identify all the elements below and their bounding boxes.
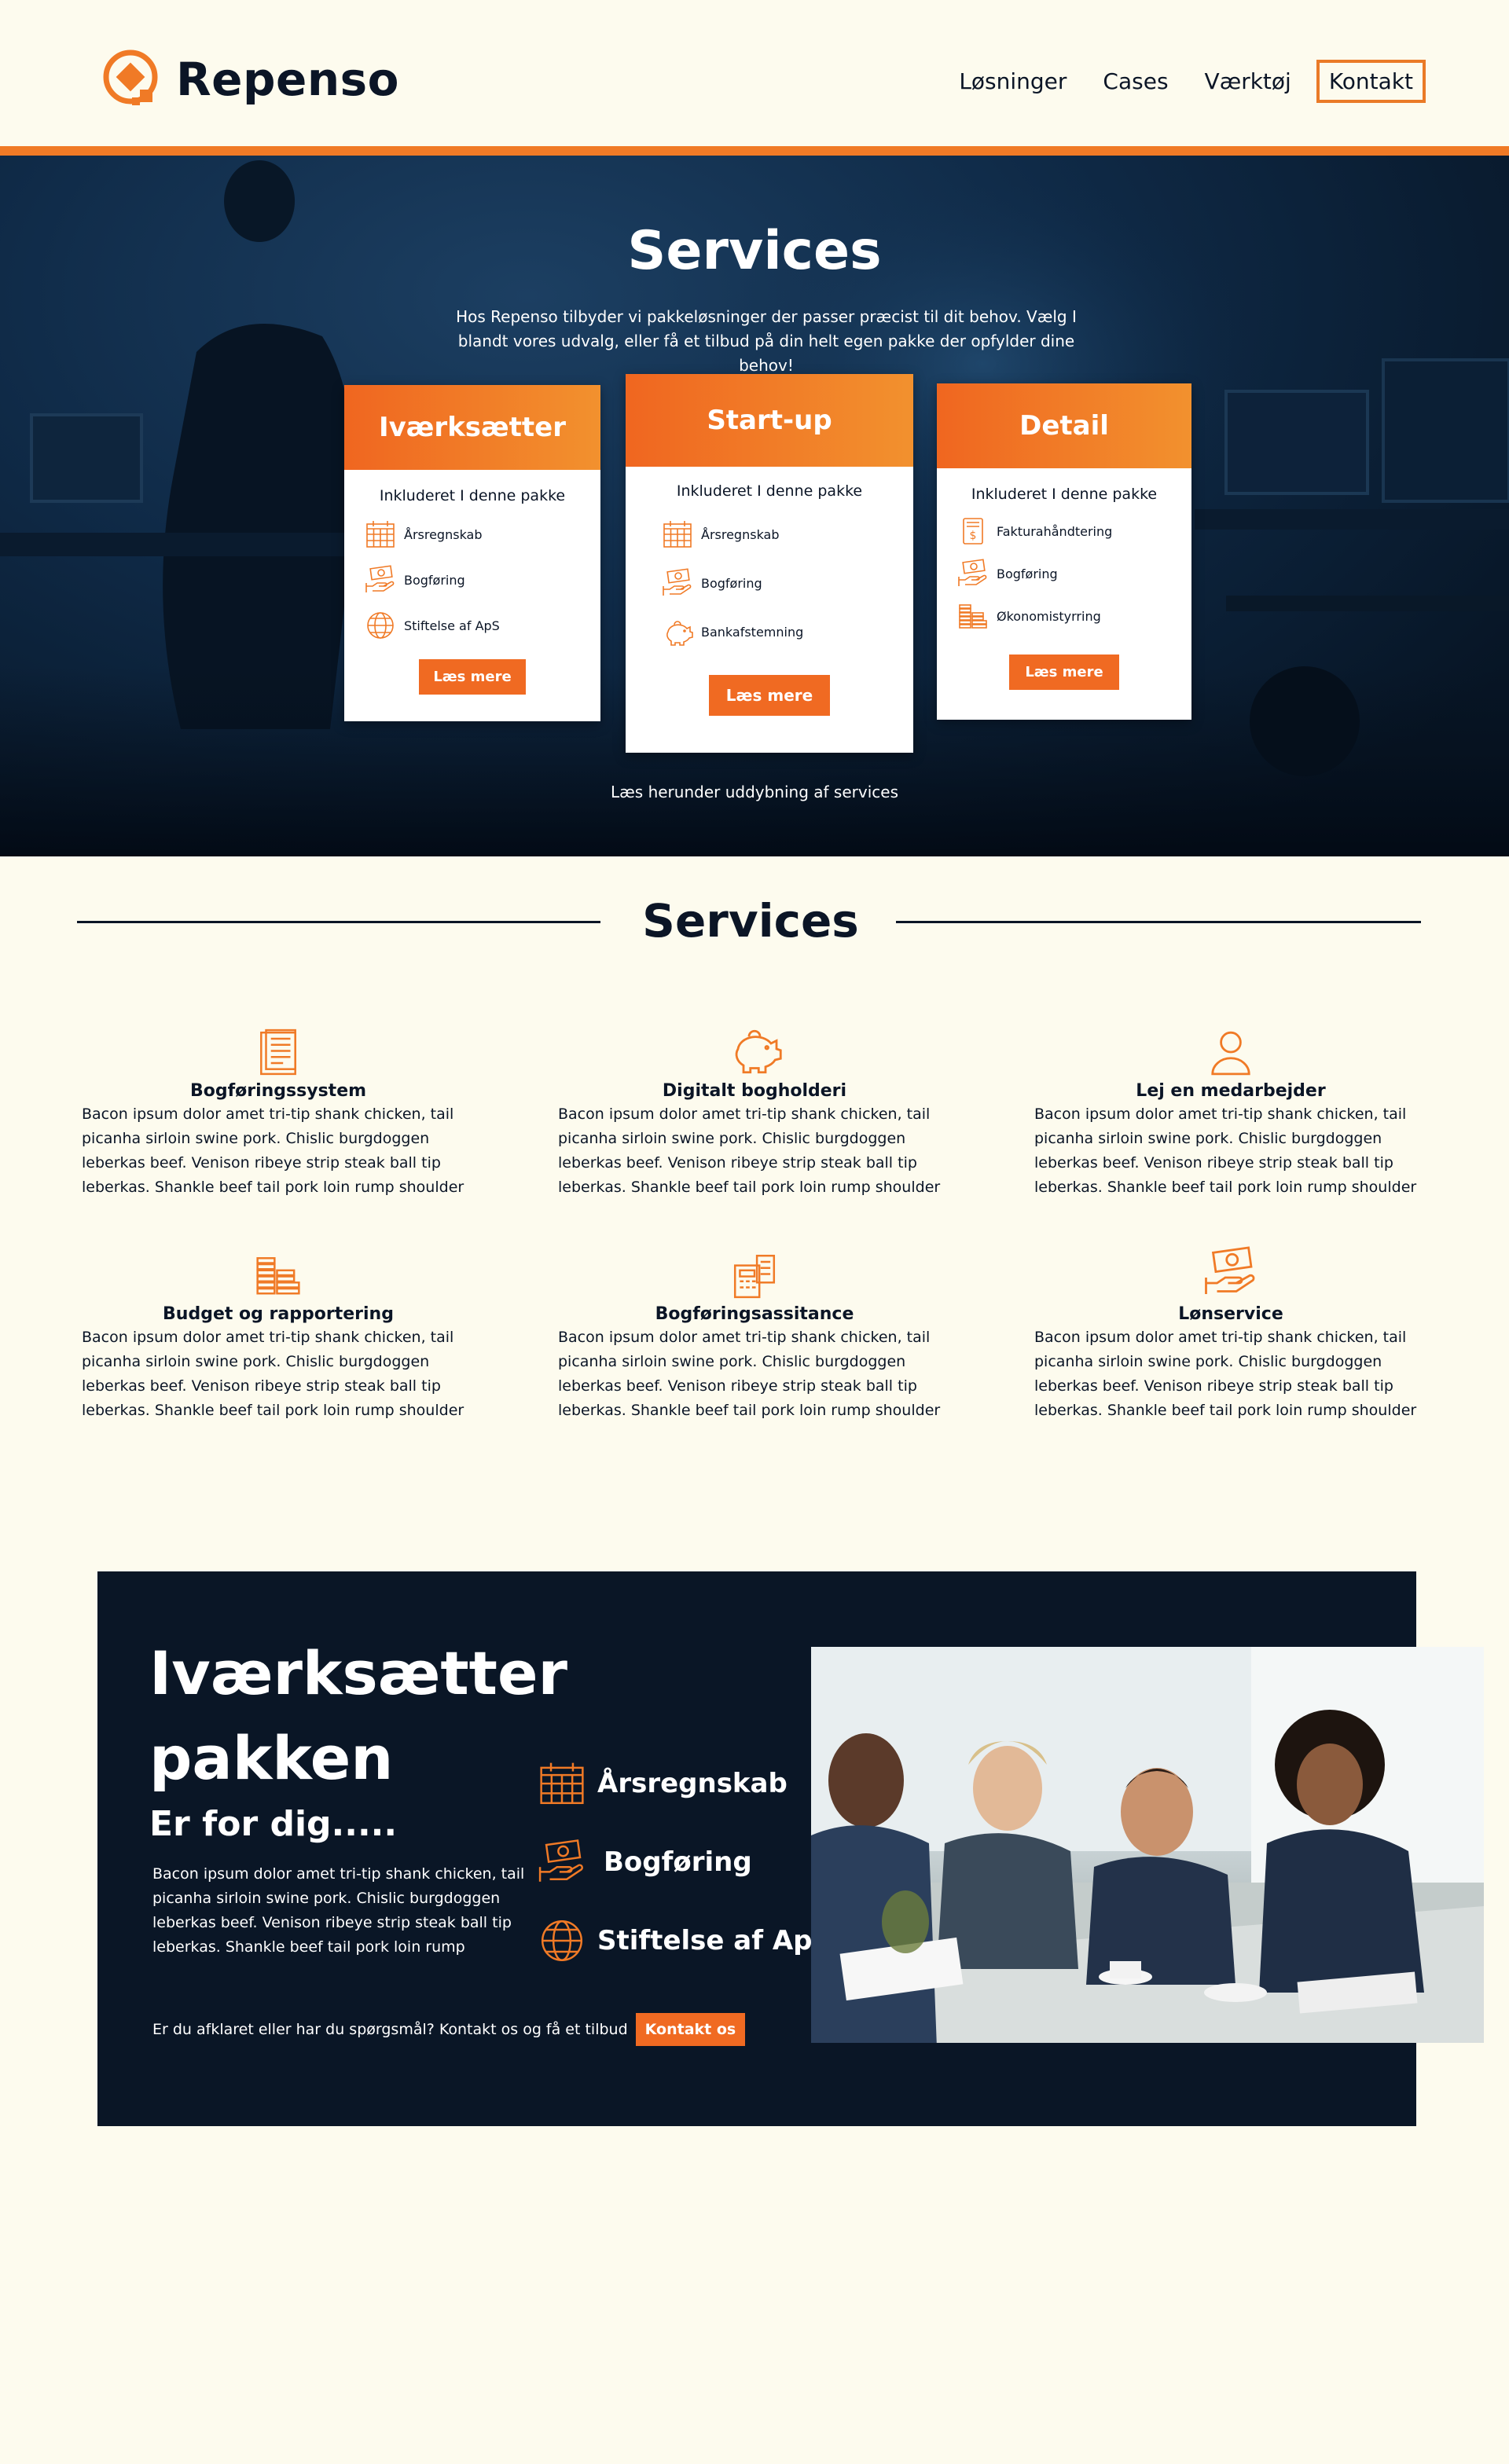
promo-feature-label: Stiftelse af ApS bbox=[597, 1925, 832, 1956]
package-item-label: Økonomistyrring bbox=[997, 608, 1101, 624]
service-description: Bacon ipsum dolor amet tri-tip shank chi… bbox=[558, 1329, 941, 1419]
site-header: Repenso Løsninger Cases Værktøj Kontakt bbox=[0, 0, 1509, 146]
service-item: Bogføringssystem Bacon ipsum dolor amet … bbox=[82, 1028, 475, 1200]
section-divider-right bbox=[896, 921, 1421, 923]
package-item: Bankafstemning bbox=[626, 607, 913, 656]
money-hand-icon bbox=[957, 558, 989, 589]
package-item: Årsregnskab bbox=[626, 510, 913, 559]
hero-footer-text: Læs herunder uddybning af services bbox=[611, 783, 898, 801]
package-card-included-label: Inkluderet I denne pakke bbox=[676, 482, 863, 500]
promo-feature: Årsregnskab bbox=[538, 1744, 832, 1823]
package-item: Årsregnskab bbox=[344, 512, 600, 557]
calendar-icon bbox=[538, 1759, 586, 1808]
money-hand-icon bbox=[365, 564, 396, 596]
package-card-included-label: Inkluderet I denne pakke bbox=[379, 487, 566, 504]
promo-subtitle: Er for dig..... bbox=[149, 1804, 398, 1844]
service-name: Bogføringssystem bbox=[189, 1081, 367, 1101]
service-name: Digitalt bogholderi bbox=[662, 1081, 847, 1101]
logo-text: Repenso bbox=[176, 53, 400, 106]
promo-title-line: pakken bbox=[149, 1723, 394, 1793]
package-item-label: Fakturahåndtering bbox=[997, 523, 1113, 539]
service-item: Budget og rapportering Bacon ipsum dolor… bbox=[82, 1251, 475, 1423]
globe-icon bbox=[538, 1916, 586, 1965]
package-item-label: Stiftelse af ApS bbox=[404, 618, 500, 633]
package-item: Stiftelse af ApS bbox=[344, 603, 600, 648]
team-meeting-photo bbox=[811, 1647, 1484, 2043]
money-hand-icon bbox=[538, 1838, 586, 1886]
promo-feature: Stiftelse af ApS bbox=[538, 1901, 832, 1980]
promo-feature-label: Årsregnskab bbox=[597, 1768, 788, 1799]
coins-stack-icon bbox=[254, 1251, 303, 1300]
service-item: Digitalt bogholderi Bacon ipsum dolor am… bbox=[558, 1021, 951, 1200]
nav-item-cases[interactable]: Cases bbox=[1103, 68, 1168, 94]
service-name: Budget og rapportering bbox=[163, 1304, 394, 1324]
promo-description: Bacon ipsum dolor amet tri-tip shank chi… bbox=[152, 1865, 525, 1956]
package-item: Økonomistyrring bbox=[937, 595, 1191, 637]
package-item: Bogføring bbox=[626, 559, 913, 607]
service-description: Bacon ipsum dolor amet tri-tip shank chi… bbox=[1034, 1329, 1417, 1419]
nav-item-losninger[interactable]: Løsninger bbox=[959, 68, 1067, 94]
piggy-bank-icon bbox=[727, 1021, 782, 1076]
money-hand-icon bbox=[662, 567, 693, 599]
service-item: Lønservice Bacon ipsum dolor amet tri-ti… bbox=[1034, 1245, 1427, 1423]
service-name: Lønservice bbox=[1178, 1304, 1283, 1324]
package-item: Bogføring bbox=[937, 552, 1191, 595]
package-item-label: Årsregnskab bbox=[404, 526, 483, 542]
service-name: Bogføringsassitance bbox=[655, 1304, 854, 1324]
calendar-icon bbox=[662, 519, 693, 550]
service-description: Bacon ipsum dolor amet tri-tip shank chi… bbox=[82, 1106, 464, 1196]
package-card-title: Start-up bbox=[626, 374, 913, 467]
service-name: Lej en medarbejder bbox=[1136, 1081, 1326, 1101]
service-item: Bogføringsassitance Bacon ipsum dolor am… bbox=[558, 1251, 951, 1423]
person-icon bbox=[1206, 1028, 1255, 1076]
package-card-detail: Detail Inkluderet I denne pakke Fakturah… bbox=[937, 383, 1191, 720]
package-card-title: Iværksætter bbox=[344, 385, 600, 470]
hero-title: Services bbox=[627, 220, 882, 282]
package-card-title: Detail bbox=[937, 383, 1191, 468]
service-description: Bacon ipsum dolor amet tri-tip shank chi… bbox=[82, 1329, 464, 1419]
service-item: Lej en medarbejder Bacon ipsum dolor ame… bbox=[1034, 1028, 1427, 1200]
nav-item-vaerktoj[interactable]: Værktøj bbox=[1205, 68, 1291, 94]
money-hand-icon bbox=[1203, 1245, 1258, 1300]
package-card-ivaerksaetter: Iværksætter Inkluderet I denne pakke Års… bbox=[344, 385, 600, 721]
promo-feature-label: Bogføring bbox=[604, 1846, 752, 1878]
promo-feature: Bogføring bbox=[538, 1823, 832, 1901]
promo-title-line: Iværksætter bbox=[149, 1638, 568, 1708]
read-more-button[interactable]: Læs mere bbox=[708, 675, 831, 716]
contact-us-button[interactable]: Kontakt os bbox=[635, 2013, 746, 2046]
package-item: Fakturahåndtering bbox=[937, 510, 1191, 552]
hero-section: Services Hos Repenso tilbyder vi pakkelø… bbox=[0, 156, 1509, 856]
globe-icon bbox=[365, 610, 396, 641]
package-item-label: Bankafstemning bbox=[701, 624, 804, 640]
header-accent-bar bbox=[0, 146, 1509, 156]
promo-cta-text: Er du afklaret eller har du spørgsmål? K… bbox=[152, 2021, 628, 2038]
package-item-label: Bogføring bbox=[997, 566, 1058, 581]
coins-stack-icon bbox=[957, 600, 989, 632]
hero-subtitle: Hos Repenso tilbyder vi pakkeløsninger d… bbox=[456, 307, 1077, 375]
invoice-icon bbox=[957, 515, 989, 547]
calculator-icon bbox=[730, 1251, 779, 1300]
logo[interactable]: Repenso bbox=[101, 47, 399, 112]
logo-mark-icon bbox=[103, 50, 158, 105]
read-more-button[interactable]: Læs mere bbox=[1009, 654, 1119, 690]
promo-cta: Er du afklaret eller har du spørgsmål? K… bbox=[152, 2013, 746, 2046]
main-nav: Løsninger Cases Værktøj Kontakt bbox=[923, 60, 1426, 103]
package-item: Bogføring bbox=[344, 557, 600, 603]
service-description: Bacon ipsum dolor amet tri-tip shank chi… bbox=[558, 1106, 941, 1196]
read-more-button[interactable]: Læs mere bbox=[419, 659, 526, 695]
package-item-label: Bogføring bbox=[701, 575, 762, 591]
calendar-icon bbox=[365, 519, 396, 550]
nav-contact-button[interactable]: Kontakt bbox=[1316, 60, 1426, 103]
promo-feature-list: Årsregnskab Bogføring Stiftelse af ApS bbox=[538, 1744, 832, 1980]
package-card-included-label: Inkluderet I denne pakke bbox=[971, 486, 1158, 503]
promo-title: Iværksætter pakken bbox=[149, 1631, 567, 1801]
package-card-startup: Start-up Inkluderet I denne pakke Årsreg… bbox=[626, 374, 913, 753]
piggy-bank-icon bbox=[662, 616, 693, 647]
package-item-label: Bogføring bbox=[404, 572, 465, 588]
ledger-icon bbox=[254, 1028, 303, 1076]
service-description: Bacon ipsum dolor amet tri-tip shank chi… bbox=[1034, 1106, 1417, 1196]
package-item-label: Årsregnskab bbox=[701, 526, 780, 542]
